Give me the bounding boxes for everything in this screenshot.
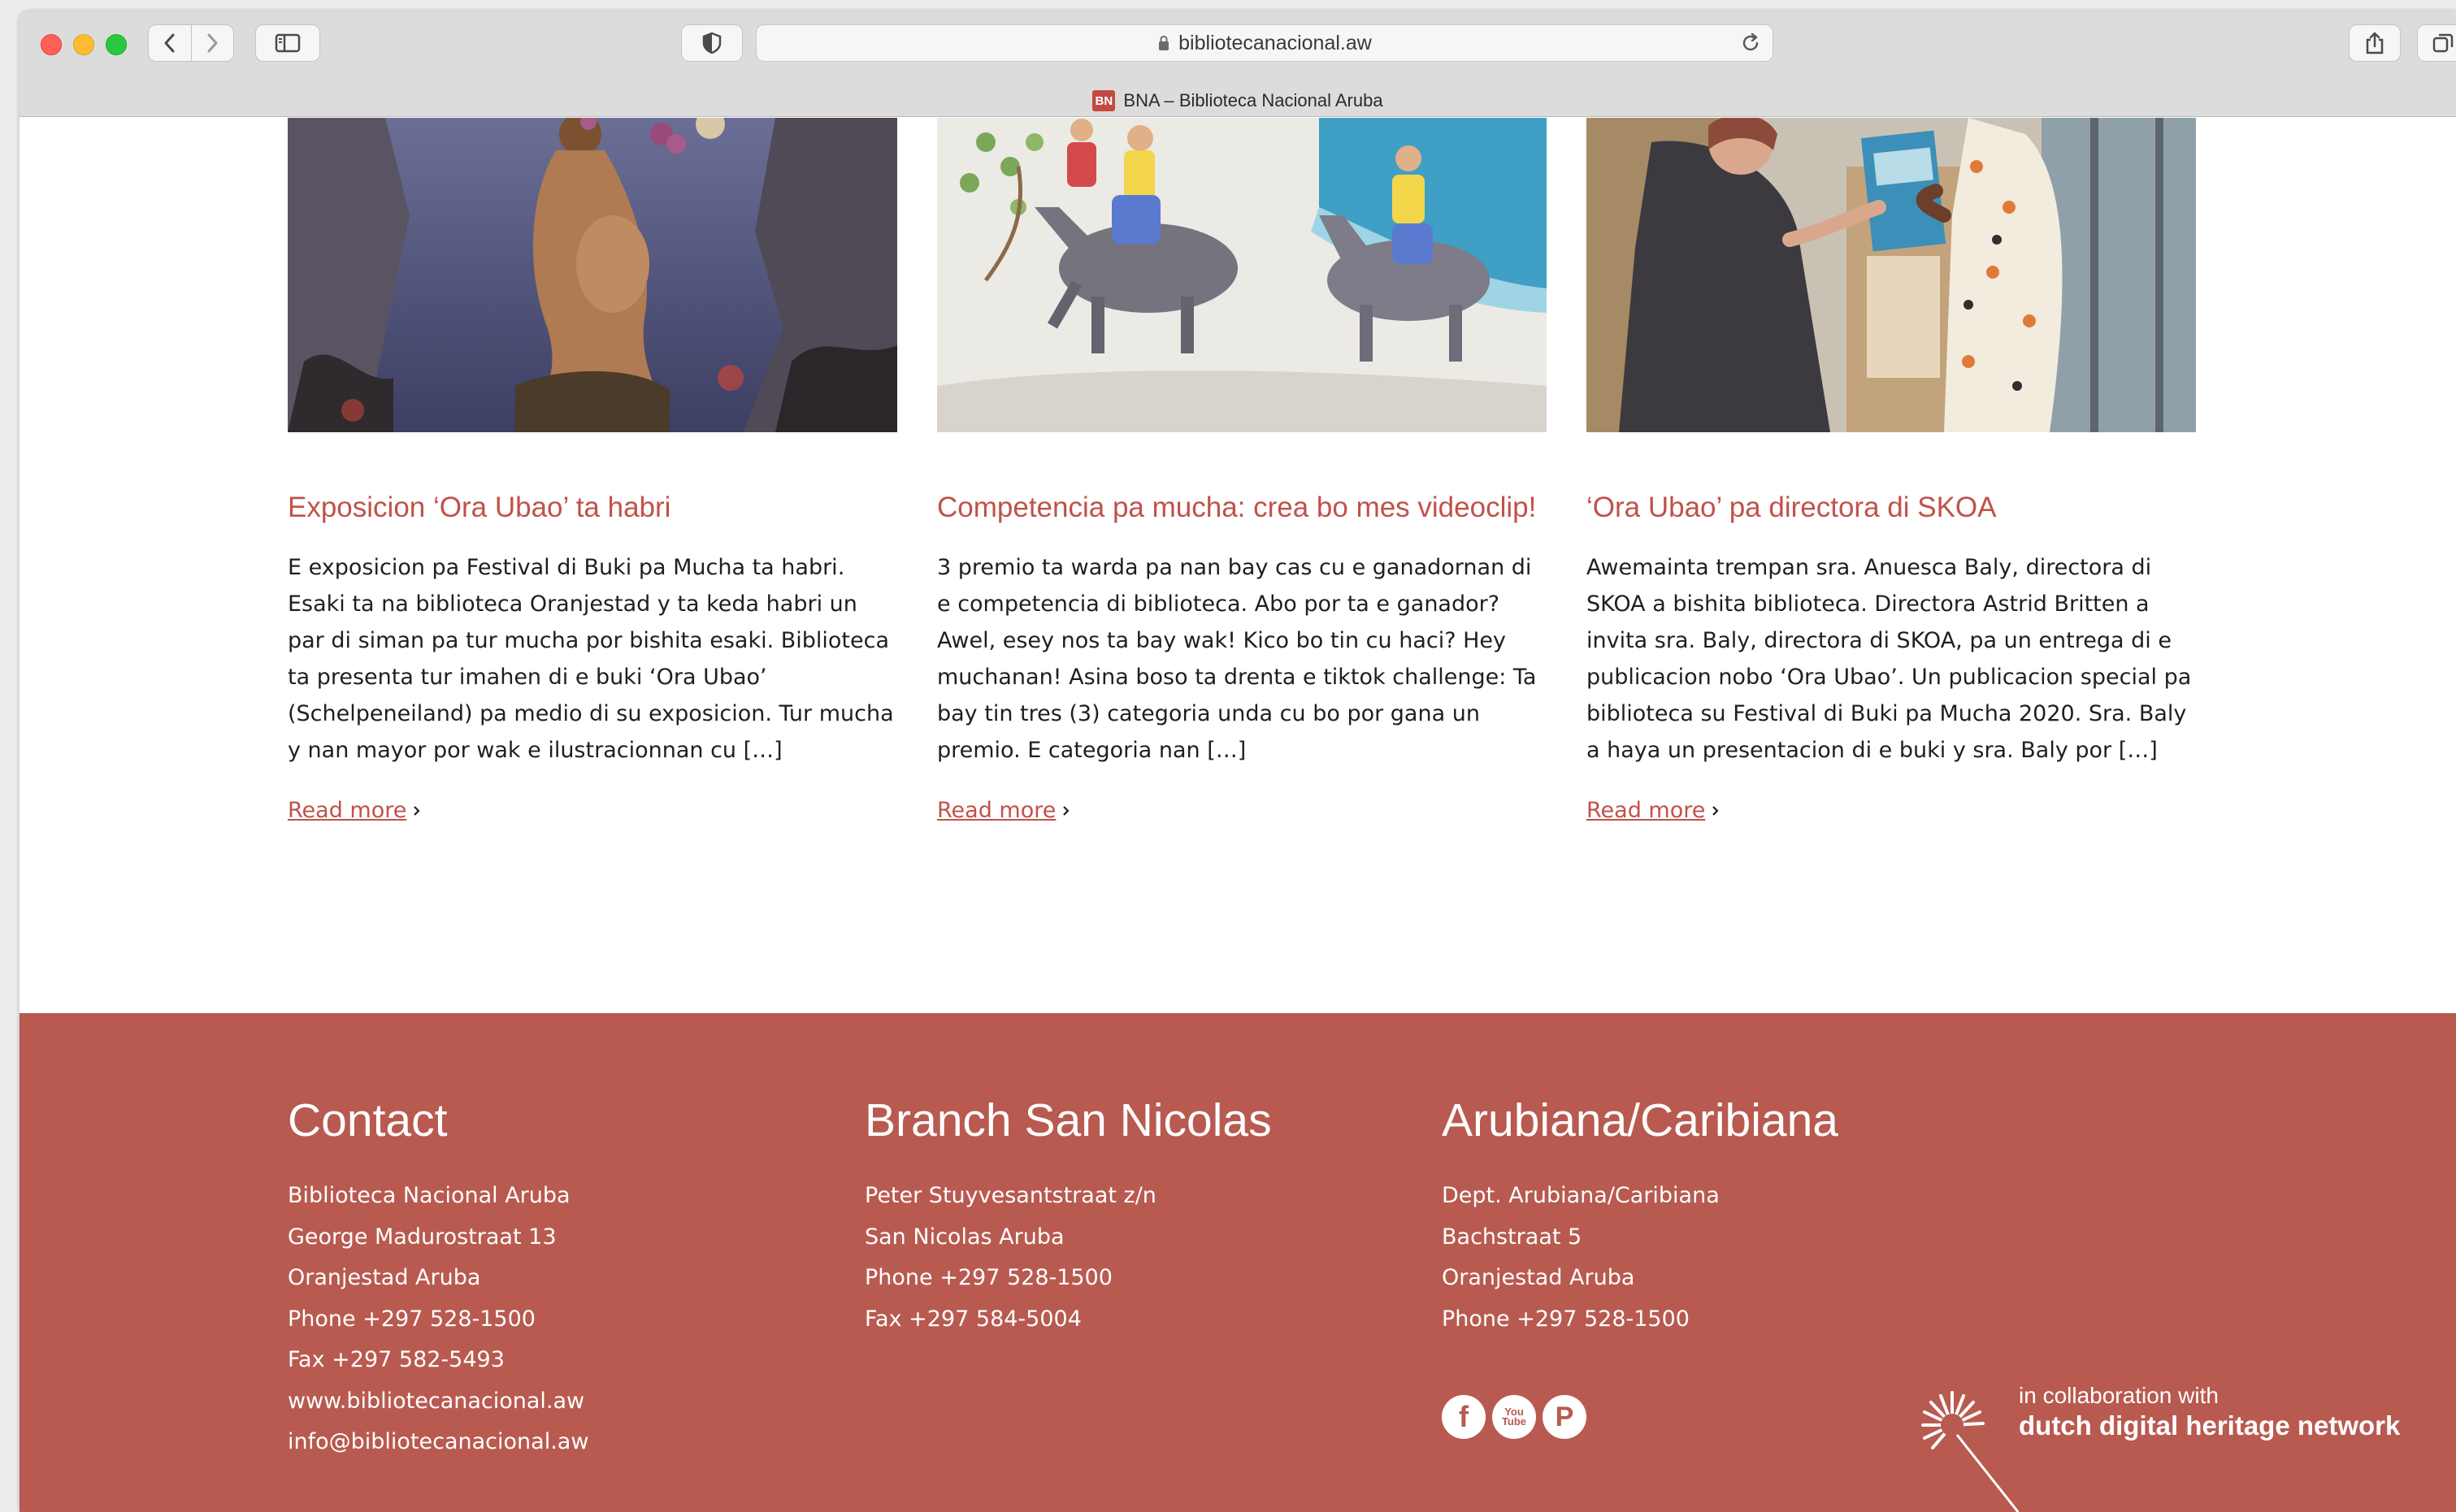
collab-name: dutch digital heritage network [2019, 1410, 2401, 1441]
chevron-right-icon [1063, 805, 1070, 816]
article-image[interactable] [1586, 118, 2196, 432]
article-image[interactable] [288, 118, 897, 432]
footer-branch: Branch San Nicolas Peter Stuyvesantstraa… [865, 1088, 1272, 1340]
footer-heading: Contact [288, 1094, 448, 1146]
youtube-text-bottom: Tube [1501, 1415, 1527, 1428]
read-more-link[interactable]: Read more [288, 798, 423, 823]
privacy-report-button[interactable] [681, 24, 743, 62]
youtube-text: You Tube [1501, 1406, 1527, 1428]
back-button[interactable] [149, 25, 191, 61]
arubiana-line: Oranjestad Aruba [1442, 1265, 1635, 1290]
chevron-left-icon [164, 33, 175, 53]
read-more-label: Read more [937, 798, 1057, 823]
pinterest-icon[interactable]: P [1543, 1395, 1586, 1439]
sunburst-icon [1921, 1391, 2019, 1512]
tabs-icon [2432, 33, 2454, 53]
email-link[interactable]: info@bibliotecanacional.aw [288, 1422, 588, 1463]
footer-arubiana: Arubiana/Caribiana Dept. Arubiana/Caribi… [1442, 1088, 1838, 1340]
read-more-link[interactable]: Read more [1586, 798, 1721, 823]
sidebar-icon [275, 33, 301, 53]
social-links: f You Tube P [1442, 1395, 1586, 1439]
site-favicon: BN [1092, 90, 1116, 111]
browser-window: bibliotecanacional.aw BN BNA – Bibliotec… [20, 11, 2456, 1512]
forward-button[interactable] [190, 25, 233, 61]
branch-line: Peter Stuyvesantstraat z/n [865, 1183, 1156, 1208]
ddhn-collaboration-logo[interactable]: in collaboration with dutch digital heri… [1921, 1383, 2441, 1512]
browser-toolbar: bibliotecanacional.aw BN BNA – Bibliotec… [20, 11, 2456, 117]
contact-line: George Madurostraat 13 [288, 1224, 557, 1250]
chevron-right-icon [1712, 805, 1719, 816]
article-title[interactable]: Exposicion ‘Ora Ubao’ ta habri [288, 483, 897, 533]
facebook-icon[interactable]: f [1442, 1395, 1486, 1439]
arubiana-line: Phone +297 528-1500 [1442, 1306, 1690, 1332]
contact-line: Phone +297 528-1500 [288, 1306, 536, 1332]
share-button[interactable] [2349, 24, 2401, 62]
sidebar-toggle-button[interactable] [255, 24, 320, 62]
article-card: Competencia pa mucha: crea bo mes videoc… [937, 118, 1547, 823]
article-excerpt: 3 premio ta warda pa nan bay cas cu e ga… [937, 555, 1537, 763]
footer-heading: Branch San Nicolas [865, 1094, 1272, 1146]
tab-bar[interactable]: BN BNA – Biblioteca Nacional Aruba [20, 84, 2456, 117]
read-more-label: Read more [288, 798, 407, 823]
chevron-right-icon [207, 33, 218, 53]
minimize-window-button[interactable] [73, 34, 94, 55]
branch-line: San Nicolas Aruba [865, 1224, 1065, 1250]
navigation-buttons [148, 24, 234, 62]
contact-line: Fax +297 582-5493 [288, 1347, 505, 1372]
tab-overview-button[interactable] [2417, 24, 2456, 62]
arubiana-line: Bachstraat 5 [1442, 1224, 1582, 1250]
shield-icon [702, 32, 722, 54]
share-icon [2366, 32, 2384, 54]
collab-caption: in collaboration with [2019, 1383, 2219, 1408]
desktop: bibliotecanacional.aw BN BNA – Bibliotec… [0, 0, 2456, 1512]
site-footer: Contact Biblioteca Nacional Aruba George… [20, 1013, 2456, 1512]
zoom-window-button[interactable] [106, 34, 127, 55]
web-page: Exposicion ‘Ora Ubao’ ta habri E exposic… [20, 118, 2456, 1512]
address-bar[interactable]: bibliotecanacional.aw [756, 24, 1773, 62]
footer-contact: Contact Biblioteca Nacional Aruba George… [288, 1088, 588, 1463]
url-text: bibliotecanacional.aw [1178, 31, 1372, 54]
chevron-right-icon [414, 805, 420, 816]
contact-line: Oranjestad Aruba [288, 1265, 481, 1290]
reload-icon[interactable] [1740, 32, 1761, 54]
article-excerpt: Awemainta trempan sra. Anuesca Baly, dir… [1586, 555, 2192, 763]
lock-icon [1159, 36, 1169, 50]
article-excerpt: E exposicion pa Festival di Buki pa Much… [288, 555, 894, 763]
tab-title: BNA – Biblioteca Nacional Aruba [1123, 90, 1383, 110]
read-more-label: Read more [1586, 798, 1706, 823]
branch-line: Fax +297 584-5004 [865, 1306, 1082, 1332]
article-title[interactable]: Competencia pa mucha: crea bo mes videoc… [937, 483, 1547, 533]
article-card: ‘Ora Ubao’ pa directora di SKOA Awemaint… [1586, 118, 2196, 823]
youtube-icon[interactable]: You Tube [1492, 1395, 1536, 1439]
read-more-link[interactable]: Read more [937, 798, 1072, 823]
footer-heading: Arubiana/Caribiana [1442, 1094, 1838, 1146]
arubiana-line: Dept. Arubiana/Caribiana [1442, 1183, 1720, 1208]
contact-line: Biblioteca Nacional Aruba [288, 1183, 571, 1208]
article-card: Exposicion ‘Ora Ubao’ ta habri E exposic… [288, 118, 897, 823]
website-link[interactable]: www.bibliotecanacional.aw [288, 1381, 588, 1423]
article-title[interactable]: ‘Ora Ubao’ pa directora di SKOA [1586, 483, 2196, 533]
close-window-button[interactable] [41, 34, 62, 55]
branch-line: Phone +297 528-1500 [865, 1265, 1113, 1290]
article-image[interactable] [937, 118, 1547, 432]
